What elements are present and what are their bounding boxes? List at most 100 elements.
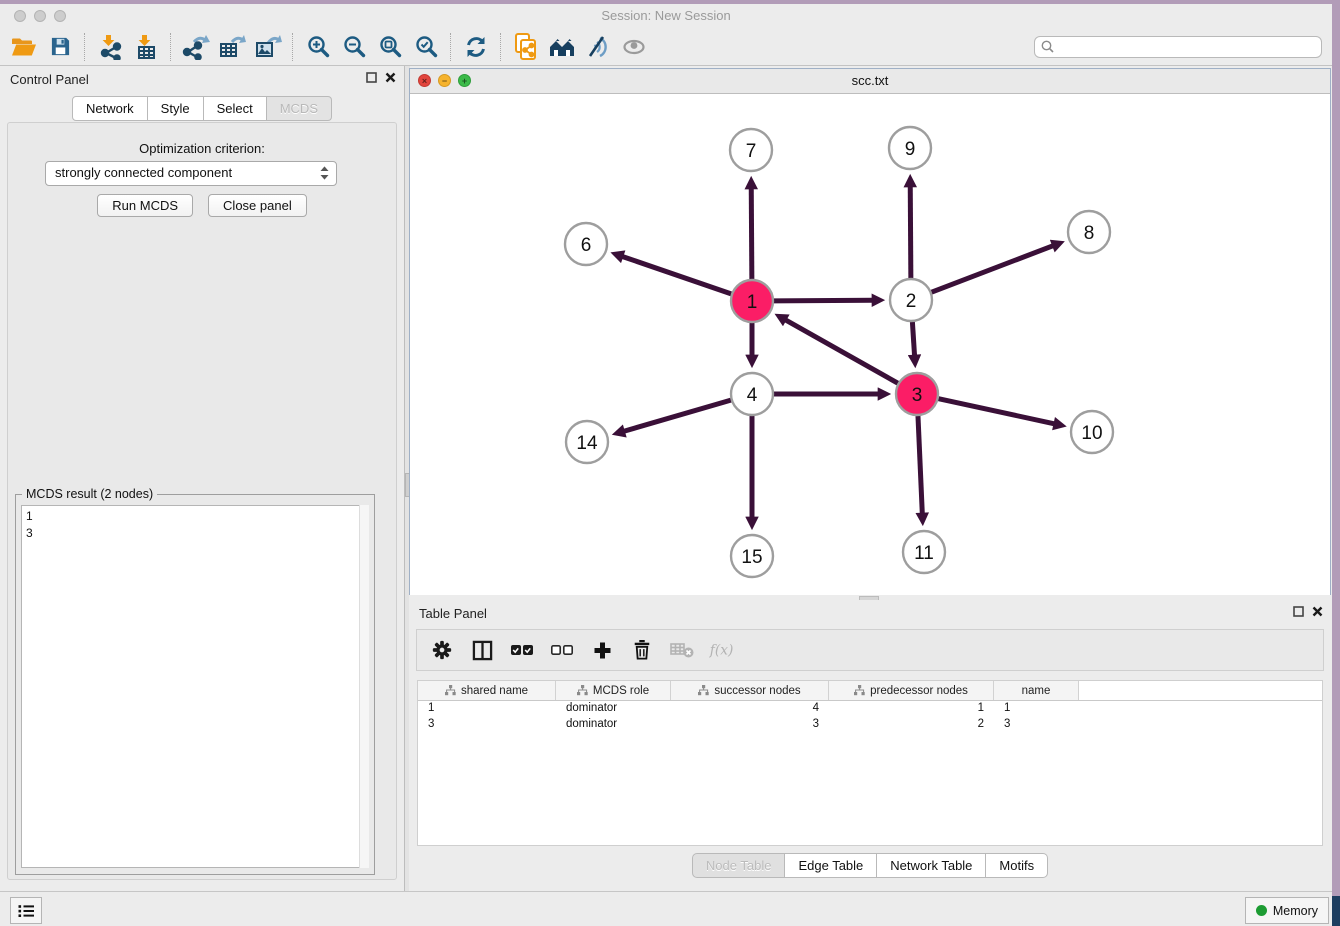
- node-label-2: 2: [906, 291, 917, 312]
- task-history-button[interactable]: [10, 897, 42, 924]
- cell-mcds-role[interactable]: dominator: [556, 717, 671, 733]
- cell-mcds-role[interactable]: dominator: [556, 701, 671, 717]
- add-column-button[interactable]: [589, 637, 615, 663]
- desktop-background: [1332, 896, 1340, 926]
- search-input[interactable]: [1034, 36, 1322, 58]
- home-layout-button[interactable]: [544, 32, 580, 62]
- minimize-window-icon[interactable]: [34, 10, 46, 22]
- gear-icon: [431, 639, 453, 661]
- network-window-titlebar[interactable]: × − + scc.txt: [410, 69, 1330, 94]
- zoom-selected-icon: [415, 35, 438, 58]
- refresh-layout-button[interactable]: [458, 32, 494, 62]
- mcds-panel: Optimization criterion: strongly connect…: [7, 122, 397, 880]
- export-network-button[interactable]: [178, 32, 214, 62]
- cell-name[interactable]: 1: [994, 701, 1079, 717]
- tab-network-table[interactable]: Network Table: [877, 853, 986, 878]
- table-row[interactable]: 1dominator411: [418, 701, 1322, 717]
- node-label-8: 8: [1084, 223, 1095, 244]
- export-table-button[interactable]: [214, 32, 250, 62]
- float-panel-icon[interactable]: [366, 72, 377, 83]
- duplicate-network-button[interactable]: [508, 32, 544, 62]
- tab-select[interactable]: Select: [204, 96, 267, 121]
- unchecked-boxes-icon: [550, 643, 574, 657]
- maximize-network-icon[interactable]: +: [458, 74, 471, 87]
- titlebar: Session: New Session: [0, 4, 1332, 28]
- import-table-button[interactable]: [128, 32, 164, 62]
- edge-1-6[interactable]: [622, 256, 731, 294]
- edge-2-3[interactable]: [912, 322, 914, 356]
- fx-icon: f(x): [709, 639, 735, 661]
- column-header-predecessor-nodes[interactable]: predecessor nodes: [829, 681, 994, 700]
- memory-button[interactable]: Memory: [1245, 897, 1329, 924]
- cell-predecessor-nodes[interactable]: 2: [829, 717, 994, 733]
- tab-style[interactable]: Style: [148, 96, 204, 121]
- deselect-all-checks-button[interactable]: [549, 637, 575, 663]
- trash-icon: [632, 639, 652, 661]
- close-panel-icon[interactable]: [385, 72, 396, 83]
- edge-3-11[interactable]: [918, 416, 922, 514]
- edge-2-9[interactable]: [910, 186, 911, 278]
- main-toolbar: [0, 28, 1332, 66]
- delete-column-button[interactable]: [629, 637, 655, 663]
- zoom-in-icon: [307, 35, 330, 58]
- save-session-button[interactable]: [42, 32, 78, 62]
- tab-network[interactable]: Network: [72, 96, 148, 121]
- criterion-select[interactable]: strongly connected component: [45, 161, 337, 186]
- tab-motifs[interactable]: Motifs: [986, 853, 1048, 878]
- tab-mcds[interactable]: MCDS: [267, 96, 332, 121]
- import-network-button[interactable]: [92, 32, 128, 62]
- zoom-window-icon[interactable]: [54, 10, 66, 22]
- mcds-result-list[interactable]: 13: [21, 505, 369, 868]
- zoom-in-button[interactable]: [300, 32, 336, 62]
- cell-shared-name[interactable]: 1: [418, 701, 556, 717]
- cell-successor-nodes[interactable]: 4: [671, 701, 829, 717]
- node-label-7: 7: [746, 141, 757, 162]
- edge-1-7[interactable]: [751, 188, 752, 279]
- close-panel-icon[interactable]: [1312, 606, 1323, 617]
- window-controls[interactable]: [14, 10, 66, 22]
- table-options-button[interactable]: [429, 637, 455, 663]
- birds-eye-view-button[interactable]: [616, 32, 652, 62]
- table-panel-title: Table Panel: [419, 606, 487, 621]
- cell-successor-nodes[interactable]: 3: [671, 717, 829, 733]
- close-network-icon[interactable]: ×: [418, 74, 431, 87]
- cell-predecessor-nodes[interactable]: 1: [829, 701, 994, 717]
- float-panel-icon[interactable]: [1293, 606, 1304, 617]
- control-panel-tabs: NetworkStyleSelectMCDS: [0, 96, 404, 121]
- close-panel-button[interactable]: Close panel: [208, 194, 307, 217]
- zoom-selected-button[interactable]: [408, 32, 444, 62]
- node-label-1: 1: [747, 292, 758, 313]
- column-type-icon: [445, 685, 456, 696]
- zoom-out-button[interactable]: [336, 32, 372, 62]
- node-label-15: 15: [741, 547, 762, 568]
- edge-3-10[interactable]: [938, 399, 1054, 424]
- show-column-button[interactable]: [469, 637, 495, 663]
- column-header-mcds-role[interactable]: MCDS role: [556, 681, 671, 700]
- node-table: shared nameMCDS rolesuccessor nodesprede…: [417, 680, 1323, 846]
- export-image-button[interactable]: [250, 32, 286, 62]
- select-all-checks-button[interactable]: [509, 637, 535, 663]
- edge-3-1[interactable]: [785, 320, 898, 384]
- cell-shared-name[interactable]: 3: [418, 717, 556, 733]
- open-file-button[interactable]: [6, 32, 42, 62]
- close-window-icon[interactable]: [14, 10, 26, 22]
- column-header-shared-name[interactable]: shared name: [418, 681, 556, 700]
- result-scrollbar[interactable]: [359, 505, 369, 868]
- mcds-result-title: MCDS result (2 nodes): [22, 487, 157, 501]
- tab-node-table[interactable]: Node Table: [692, 853, 786, 878]
- column-header-name[interactable]: name: [994, 681, 1079, 700]
- network-canvas[interactable]: 7968124314101511: [410, 94, 1330, 595]
- level-of-detail-button[interactable]: [580, 32, 616, 62]
- minimize-network-icon[interactable]: −: [438, 74, 451, 87]
- column-header-successor-nodes[interactable]: successor nodes: [671, 681, 829, 700]
- edge-4-14[interactable]: [623, 400, 730, 431]
- run-mcds-button[interactable]: Run MCDS: [97, 194, 193, 217]
- zoom-fit-button[interactable]: [372, 32, 408, 62]
- tab-edge-table[interactable]: Edge Table: [785, 853, 877, 878]
- table-row[interactable]: 3dominator323: [418, 717, 1322, 733]
- edge-1-2[interactable]: [774, 300, 873, 301]
- mcds-result-line: 1: [26, 508, 364, 525]
- table-toolbar: f(x): [416, 629, 1324, 671]
- edge-2-8[interactable]: [932, 246, 1054, 293]
- cell-name[interactable]: 3: [994, 717, 1079, 733]
